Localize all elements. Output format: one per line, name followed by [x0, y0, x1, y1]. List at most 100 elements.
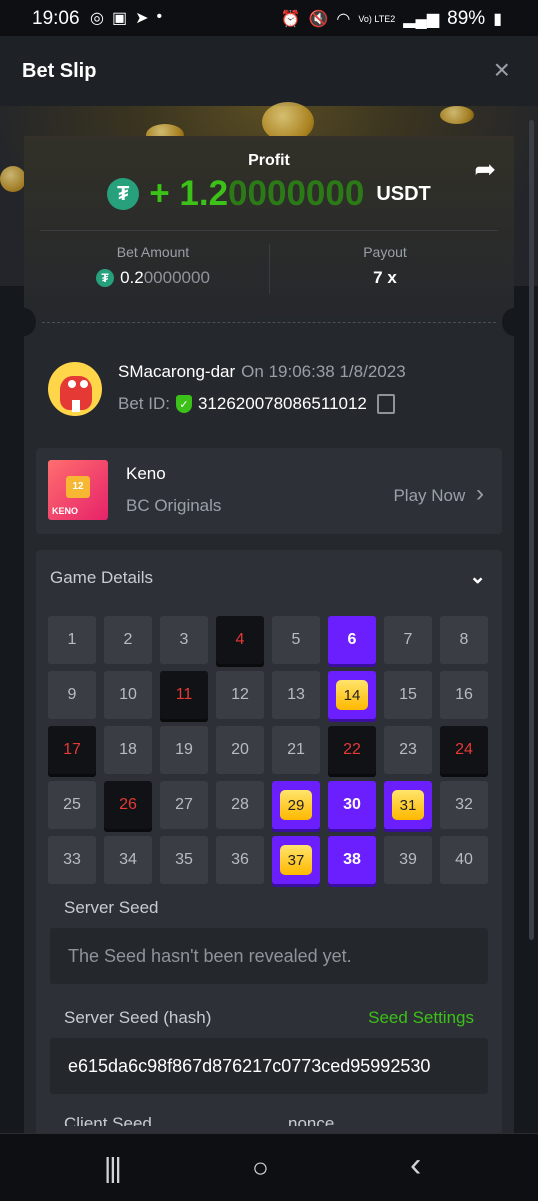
tether-icon: ₮ — [107, 178, 140, 210]
telegram-icon: ➤ — [135, 10, 149, 27]
signal-label: Vo) LTE2 — [358, 14, 396, 24]
coin-decoration — [440, 106, 474, 124]
keno-cell: 13 — [272, 671, 320, 719]
nonce-label: nonce — [288, 1114, 335, 1126]
keno-cell: 32 — [440, 781, 488, 829]
keno-cell: 34 — [104, 836, 152, 884]
profit-amount: + 1.20000000 — [149, 174, 364, 214]
bet-amount-stat: Bet Amount ₮ 0.20000000 — [38, 244, 268, 288]
ticket-notch-right — [502, 308, 526, 336]
keno-thumb-tag: KENO — [52, 506, 79, 516]
keno-cell: 16 — [440, 671, 488, 719]
alarm-icon: ⏰ — [280, 11, 301, 28]
server-seed-hash-field[interactable]: e615da6c98f867d876217c0773ced95992530 — [50, 1038, 488, 1094]
coin-decoration — [0, 166, 26, 192]
keno-cell: 9 — [48, 671, 96, 719]
chevron-right-icon: › — [476, 480, 484, 507]
dot-icon: • — [156, 8, 163, 25]
game-name: Keno — [126, 464, 166, 483]
keno-gem: 31 — [392, 790, 424, 820]
keno-cell: 18 — [104, 726, 152, 774]
keno-cell: 24 — [440, 726, 488, 774]
keno-cell: 21 — [272, 726, 320, 774]
profit-row: ₮ + 1.20000000 USDT — [24, 174, 514, 214]
keno-cell: 10 — [104, 671, 152, 719]
home-icon[interactable]: ○ — [252, 1152, 269, 1184]
server-seed-hash-label: Server Seed (hash) — [64, 1008, 212, 1027]
keno-thumb-number: 12 — [66, 476, 90, 498]
keno-cell: 5 — [272, 616, 320, 664]
keno-cell: 30 — [328, 781, 376, 829]
bet-id-value: 312620078086511012 — [197, 394, 367, 413]
bet-timestamp: On 19:06:38 1/8/2023 — [241, 362, 406, 381]
bet-id-line: Bet ID: ✓ 312620078086511012 — [118, 394, 395, 414]
server-seed-label: Server Seed — [64, 898, 159, 917]
username[interactable]: SMacarong-dar — [118, 362, 235, 381]
keno-cell: 31 — [384, 781, 432, 829]
keno-gem: 37 — [280, 845, 312, 875]
seed-settings-link[interactable]: Seed Settings — [368, 1008, 474, 1028]
keno-cell: 19 — [160, 726, 208, 774]
chevron-down-icon[interactable]: ⌄ — [469, 564, 486, 589]
status-bar: 19:06 ◎ ▣ ➤ • ⏰ 🔇 ◠ Vo) LTE2 ▂▄▆ 89% ▮ — [0, 0, 538, 36]
copy-icon[interactable] — [376, 394, 395, 414]
keno-cell: 6 — [328, 616, 376, 664]
payout-value-text: 7 x — [373, 268, 397, 287]
keno-gem: 29 — [280, 790, 312, 820]
back-icon[interactable]: ‹ — [410, 1146, 421, 1185]
user-line: SMacarong-dar On 19:06:38 1/8/2023 — [118, 362, 406, 382]
bet-slip-header: Bet Slip × — [0, 36, 538, 106]
keno-cell: 4 — [216, 616, 264, 664]
recent-apps-icon[interactable]: ||| — [104, 1152, 122, 1184]
gallery-icon: ▣ — [111, 10, 128, 27]
close-icon[interactable]: × — [494, 54, 510, 86]
avatar[interactable] — [48, 362, 102, 416]
ticket-notch-left — [12, 308, 36, 336]
keno-cell: 14 — [328, 671, 376, 719]
notification-icons: ◎ ▣ ➤ • — [90, 8, 162, 28]
server-seed-field[interactable]: The Seed hasn't been revealed yet. — [50, 928, 488, 984]
page-title: Bet Slip — [22, 59, 97, 82]
game-card[interactable]: 12 KENO Keno BC Originals Play Now › — [36, 448, 502, 534]
signal-icon: ▂▄▆ — [403, 11, 440, 28]
game-provider: BC Originals — [126, 496, 222, 515]
keno-cell: 2 — [104, 616, 152, 664]
play-now-label: Play Now — [393, 486, 466, 505]
keno-cell: 11 — [160, 671, 208, 719]
keno-cell: 40 — [440, 836, 488, 884]
tether-icon: ₮ — [96, 269, 115, 287]
client-seed-label: Client Seed — [64, 1114, 152, 1126]
keno-cell: 28 — [216, 781, 264, 829]
keno-cell: 33 — [48, 836, 96, 884]
keno-cell: 27 — [160, 781, 208, 829]
keno-cell: 7 — [384, 616, 432, 664]
keno-board: 1 2 3 4 5 6 7 8 9 10 11 12 13 14 15 16 17 18 19 20 21 22 23 24 2… — [48, 616, 492, 884]
keno-cell: 17 — [48, 726, 96, 774]
scrollbar[interactable] — [529, 120, 534, 940]
server-seed-hash-value: e615da6c98f867d876217c0773ced95992530 — [68, 1055, 431, 1076]
battery-percent: 89% — [447, 8, 486, 29]
bet-amount-main: 0.20000000 — [120, 268, 210, 288]
status-time: 19:06 — [32, 8, 80, 29]
game-details-header[interactable]: Game Details ⌄ — [36, 550, 502, 604]
keno-cell: 8 — [440, 616, 488, 664]
mute-icon: 🔇 — [308, 11, 329, 28]
notification-icon: ◎ — [90, 10, 104, 27]
keno-cell: 15 — [384, 671, 432, 719]
keno-cell: 26 — [104, 781, 152, 829]
server-seed-value: The Seed hasn't been revealed yet. — [68, 945, 352, 966]
keno-cell: 29 — [272, 781, 320, 829]
avatar-tie — [72, 400, 80, 412]
keno-cell: 20 — [216, 726, 264, 774]
keno-cell: 12 — [216, 671, 264, 719]
bet-amount-dim: 0000000 — [143, 268, 210, 287]
bet-amount-value: ₮ 0.20000000 — [38, 268, 268, 288]
keno-cell: 38 — [328, 836, 376, 884]
play-now-button[interactable]: Play Now › — [393, 480, 484, 508]
keno-cell: 22 — [328, 726, 376, 774]
divider — [40, 230, 498, 231]
system-icons: ⏰ 🔇 ◠ Vo) LTE2 ▂▄▆ 89% ▮ — [281, 8, 502, 30]
payout-value: 7 x — [270, 268, 500, 288]
game-details-body: 1 2 3 4 5 6 7 8 9 10 11 12 13 14 15 16 17 18 19 20 21 22 23 24 2… — [36, 604, 502, 1136]
keno-cell: 3 — [160, 616, 208, 664]
